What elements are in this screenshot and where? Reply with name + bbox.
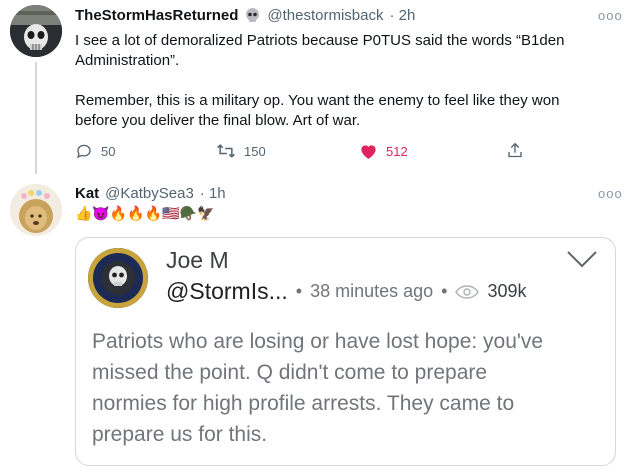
dot-separator: • (441, 281, 448, 301)
seal-avatar-image (88, 248, 148, 308)
quoted-text-line: prepare us for this. (92, 423, 268, 446)
reply-count: 50 (101, 143, 116, 159)
tweet1-text-line: before you deliver the final blow. Art o… (75, 112, 361, 129)
avatar-thestormhasreturned[interactable] (10, 5, 62, 57)
tweet1-author-name[interactable]: TheStormHasReturned (75, 7, 238, 24)
dot-separator: • (295, 281, 303, 301)
eye-icon (455, 284, 480, 299)
tweet1-timestamp[interactable]: · 2h (389, 7, 415, 24)
tweet1-text-line: Administration”. (75, 52, 180, 69)
skull-icon (244, 7, 261, 24)
heart-icon (361, 145, 376, 159)
tweet1-text-line: I see a lot of demoralized Patriots beca… (75, 32, 565, 49)
tweet2-emoji-text: 👍😈🔥🔥🔥🇺🇸🪖🦅 (75, 205, 215, 221)
tweet1-text-line: Remember, this is a military op. You wan… (75, 92, 560, 109)
reply-icon (76, 144, 91, 159)
tweet2-author-name[interactable]: Kat (75, 185, 99, 202)
chevron-down-icon[interactable] (566, 250, 598, 273)
tweet2-timestamp[interactable]: · 1h (200, 185, 226, 202)
skull-avatar-image (10, 5, 62, 57)
quoted-view-count: 309k (487, 281, 527, 301)
tweet1-text: I see a lot of demoralized Patriots beca… (75, 31, 615, 131)
tweet2-handle[interactable]: @KatbySea3 (105, 185, 194, 202)
tweet1-handle[interactable]: @thestormisback (267, 7, 383, 24)
share-button[interactable] (506, 141, 524, 160)
tweet2-header: Kat @KatbySea3 · 1h (75, 185, 226, 202)
like-button[interactable]: 512 (359, 142, 408, 160)
quoted-body-text: Patriots who are losing or have lost hop… (92, 326, 607, 450)
like-count: 512 (386, 143, 408, 159)
retweet-count: 150 (244, 143, 266, 159)
joe-m-avatar (88, 248, 148, 308)
retweet-button[interactable]: 150 (216, 142, 266, 160)
share-icon (508, 142, 522, 158)
quoted-text-line: normies for high profile arrests. They c… (92, 392, 515, 415)
tweet2-more-options-icon[interactable]: ooo (598, 186, 623, 201)
tweet1-more-options-icon[interactable]: ooo (598, 8, 623, 23)
avatar-kat[interactable] (10, 184, 62, 236)
quoted-text-line: missed the point. Q didn't come to prepa… (92, 361, 488, 384)
reply-button[interactable]: 50 (75, 142, 115, 160)
thread-connector-line (35, 62, 37, 174)
tweet1-header: TheStormHasReturned @thestormisback · 2h (75, 7, 415, 24)
quoted-text-line: Patriots who are losing or have lost hop… (92, 330, 544, 353)
lion-avatar-image (10, 184, 62, 236)
quoted-author-handle: @StormIs... (166, 278, 288, 304)
quoted-timestamp: 38 minutes ago (310, 281, 434, 301)
quoted-author-name: Joe M (166, 247, 229, 273)
quoted-meta-row: @StormIs... • 38 minutes ago • 309k (166, 278, 527, 305)
retweet-icon (217, 144, 235, 158)
